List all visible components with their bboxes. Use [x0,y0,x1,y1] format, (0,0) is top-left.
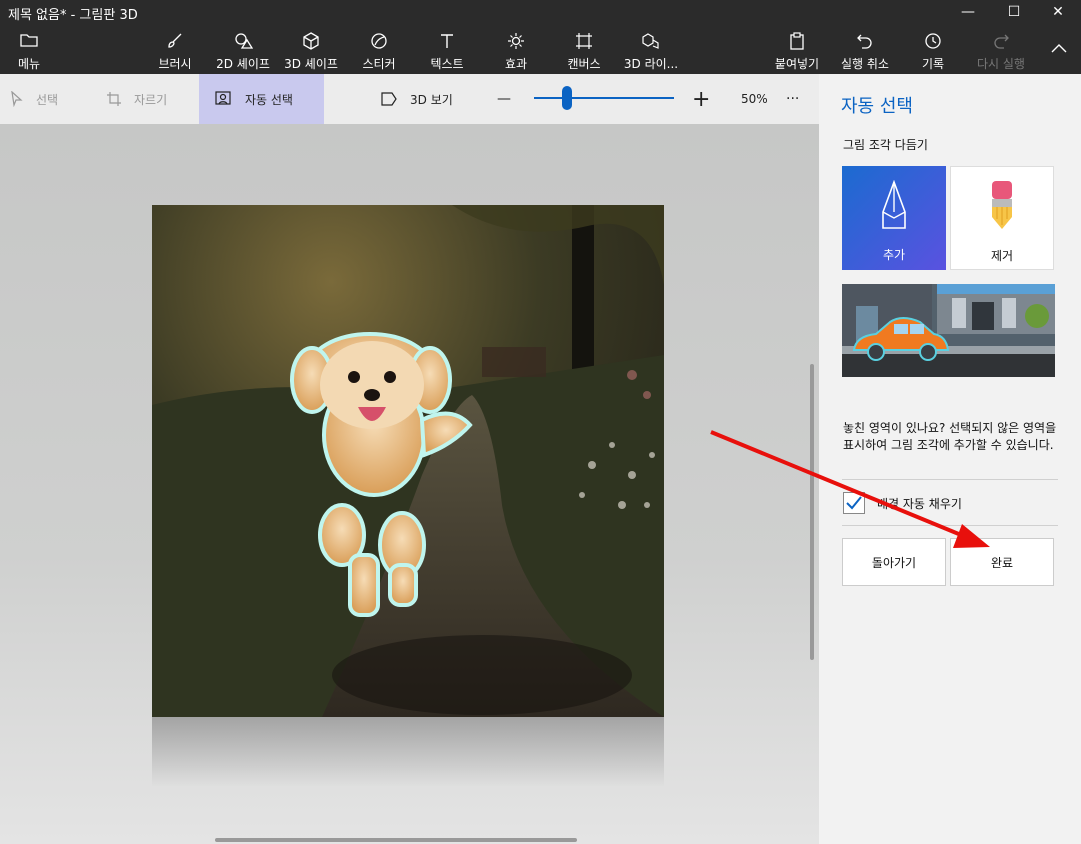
minimize-button[interactable]: — [945,0,991,24]
cursor-icon [10,91,24,107]
zoom-in-button[interactable]: + [692,74,712,124]
toolbar: 선택 자르기 자동 선택 3D 보기 — + 50% ··· [0,74,819,124]
view-3d-button[interactable]: 3D 보기 [380,74,470,124]
history-icon [914,32,952,56]
remove-mode-button[interactable]: 제거 [950,166,1054,270]
cube-icon [280,32,342,56]
effects-button[interactable]: 효과 [496,28,536,72]
car-illustration [842,284,1055,377]
add-mode-label: 추가 [882,248,906,262]
chevron-up-icon [1046,40,1072,64]
maximize-button[interactable]: ☐ [991,0,1037,24]
sun-icon [496,32,536,56]
panel-heading: 자동 선택 [841,96,913,117]
horizontal-scrollbar[interactable] [215,838,577,842]
zoom-out-button[interactable]: — [497,74,515,124]
brush-icon [150,32,200,56]
magic-select-tool[interactable]: 자동 선택 [199,74,324,124]
ribbon: 메뉴 브러시 2D 셰이프 3D 셰이프 스티커 텍스트 효과 캔버스 3D 라… [0,24,1081,74]
autofill-checkbox[interactable] [843,492,865,514]
paste-button[interactable]: 붙여넣기 [770,28,824,72]
folder-icon [8,32,50,56]
vertical-scrollbar[interactable] [810,364,814,660]
autofill-label: 배경 자동 채우기 [877,496,962,511]
text-button[interactable]: 텍스트 [424,28,470,72]
title-bar: 제목 없음* - 그림판 3D — ☐ ✕ [0,0,1081,24]
view-3d-icon [380,91,398,107]
eraser-icon [992,181,1012,229]
panel-description: 놓친 영역이 있나요? 선택되지 않은 영역을 표시하여 그림 조각에 추가할 … [843,421,1057,452]
refine-label: 그림 조각 다듬기 [843,138,928,152]
canvas-shadow [152,717,664,787]
shapes-2d-icon [212,32,274,56]
add-mode-button[interactable]: 추가 [842,166,946,270]
canvas-button[interactable]: 캔버스 [560,28,608,72]
pencil-icon [882,180,906,229]
sticker-icon [354,32,404,56]
text-icon [424,32,470,56]
redo-button[interactable]: 다시 실행 [972,28,1030,72]
library-3d-button[interactable]: 3D 라이... [622,28,680,72]
zoom-slider-track[interactable] [534,97,674,99]
divider [842,525,1058,526]
shapes-2d-button[interactable]: 2D 셰이프 [212,28,274,72]
done-button[interactable]: 완료 [950,538,1054,586]
more-options-button[interactable]: ··· [786,74,806,124]
redo-icon [972,32,1030,56]
canvas-image[interactable] [152,205,664,717]
side-panel: 자동 선택 그림 조각 다듬기 추가 제거 놓친 영역이 있나요? 선택되지 않… [819,74,1081,844]
zoom-level[interactable]: 50% [741,74,771,124]
checkmark-icon [846,496,862,510]
brush-button[interactable]: 브러시 [150,28,200,72]
undo-icon [836,32,894,56]
undo-button[interactable]: 실행 취소 [836,28,894,72]
crop-tool[interactable]: 자르기 [106,74,192,124]
close-button[interactable]: ✕ [1035,0,1081,24]
select-tool[interactable]: 선택 [10,74,90,124]
crop-icon [106,91,122,107]
remove-mode-label: 제거 [990,249,1014,263]
zoom-slider-thumb[interactable] [562,86,572,110]
shapes-3d-button[interactable]: 3D 셰이프 [280,28,342,72]
puppy-photo [152,205,664,717]
tutorial-preview [842,284,1055,377]
library-3d-icon [622,32,680,56]
canvas-icon [560,32,608,56]
magic-select-icon [215,91,233,107]
autofill-background-row[interactable]: 배경 자동 채우기 [843,492,962,514]
history-button[interactable]: 기록 [914,28,952,72]
divider [842,479,1058,480]
menu-button[interactable]: 메뉴 [8,28,50,72]
stickers-button[interactable]: 스티커 [354,28,404,72]
collapse-ribbon-button[interactable] [1046,28,1072,72]
back-button[interactable]: 돌아가기 [842,538,946,586]
clipboard-icon [770,32,824,56]
window-title: 제목 없음* - 그림판 3D [8,8,138,23]
